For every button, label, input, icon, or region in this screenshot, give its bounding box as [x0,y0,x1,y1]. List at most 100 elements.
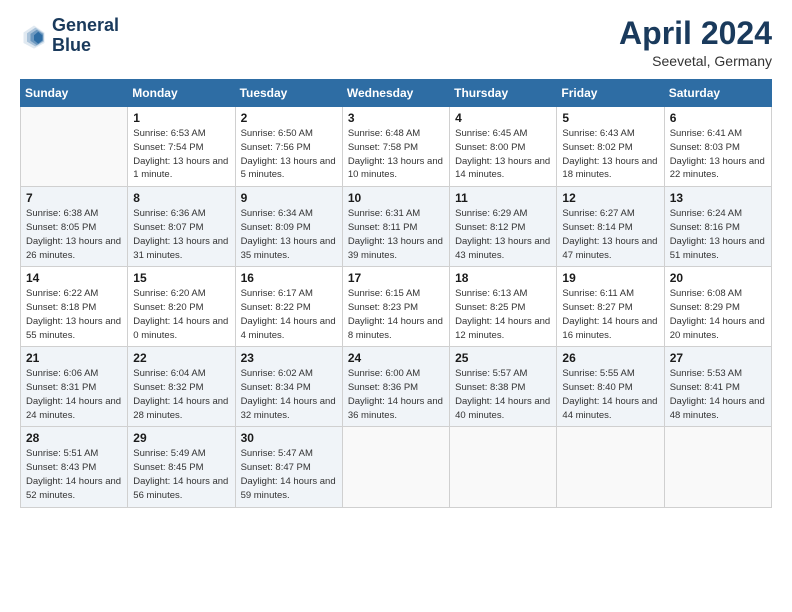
day-info: Sunrise: 6:04 AMSunset: 8:32 PMDaylight:… [133,368,228,420]
table-cell: 1 Sunrise: 6:53 AMSunset: 7:54 PMDayligh… [128,107,235,187]
day-number: 28 [26,431,122,445]
table-cell: 24 Sunrise: 6:00 AMSunset: 8:36 PMDaylig… [342,347,449,427]
table-cell: 12 Sunrise: 6:27 AMSunset: 8:14 PMDaylig… [557,187,664,267]
day-number: 13 [670,191,766,205]
day-info: Sunrise: 5:57 AMSunset: 8:38 PMDaylight:… [455,368,550,420]
col-sunday: Sunday [21,80,128,107]
col-thursday: Thursday [450,80,557,107]
day-info: Sunrise: 6:38 AMSunset: 8:05 PMDaylight:… [26,208,121,260]
table-cell: 9 Sunrise: 6:34 AMSunset: 8:09 PMDayligh… [235,187,342,267]
day-number: 23 [241,351,337,365]
logo-line1: General [52,16,119,36]
table-cell: 17 Sunrise: 6:15 AMSunset: 8:23 PMDaylig… [342,267,449,347]
table-cell: 14 Sunrise: 6:22 AMSunset: 8:18 PMDaylig… [21,267,128,347]
table-cell: 8 Sunrise: 6:36 AMSunset: 8:07 PMDayligh… [128,187,235,267]
table-cell: 7 Sunrise: 6:38 AMSunset: 8:05 PMDayligh… [21,187,128,267]
logo-line2: Blue [52,36,119,56]
day-number: 11 [455,191,551,205]
day-info: Sunrise: 6:53 AMSunset: 7:54 PMDaylight:… [133,128,228,180]
day-info: Sunrise: 6:43 AMSunset: 8:02 PMDaylight:… [562,128,657,180]
day-number: 18 [455,271,551,285]
day-info: Sunrise: 5:55 AMSunset: 8:40 PMDaylight:… [562,368,657,420]
day-number: 10 [348,191,444,205]
day-info: Sunrise: 6:36 AMSunset: 8:07 PMDaylight:… [133,208,228,260]
table-cell: 29 Sunrise: 5:49 AMSunset: 8:45 PMDaylig… [128,427,235,507]
table-cell: 5 Sunrise: 6:43 AMSunset: 8:02 PMDayligh… [557,107,664,187]
logo-text: General Blue [52,16,119,56]
header: General Blue April 2024 Seevetal, German… [20,16,772,69]
day-number: 19 [562,271,658,285]
table-cell [557,427,664,507]
day-number: 21 [26,351,122,365]
col-friday: Friday [557,80,664,107]
table-cell: 23 Sunrise: 6:02 AMSunset: 8:34 PMDaylig… [235,347,342,427]
table-cell [664,427,771,507]
day-number: 2 [241,111,337,125]
day-number: 22 [133,351,229,365]
day-number: 15 [133,271,229,285]
table-cell: 4 Sunrise: 6:45 AMSunset: 8:00 PMDayligh… [450,107,557,187]
table-cell: 10 Sunrise: 6:31 AMSunset: 8:11 PMDaylig… [342,187,449,267]
day-number: 6 [670,111,766,125]
logo-icon [20,22,48,50]
day-number: 1 [133,111,229,125]
day-number: 9 [241,191,337,205]
day-number: 12 [562,191,658,205]
logo: General Blue [20,16,119,56]
table-cell: 28 Sunrise: 5:51 AMSunset: 8:43 PMDaylig… [21,427,128,507]
table-cell: 21 Sunrise: 6:06 AMSunset: 8:31 PMDaylig… [21,347,128,427]
day-info: Sunrise: 6:34 AMSunset: 8:09 PMDaylight:… [241,208,336,260]
day-info: Sunrise: 6:24 AMSunset: 8:16 PMDaylight:… [670,208,765,260]
day-info: Sunrise: 6:45 AMSunset: 8:00 PMDaylight:… [455,128,550,180]
table-cell: 15 Sunrise: 6:20 AMSunset: 8:20 PMDaylig… [128,267,235,347]
table-cell: 13 Sunrise: 6:24 AMSunset: 8:16 PMDaylig… [664,187,771,267]
day-info: Sunrise: 6:50 AMSunset: 7:56 PMDaylight:… [241,128,336,180]
table-cell: 26 Sunrise: 5:55 AMSunset: 8:40 PMDaylig… [557,347,664,427]
day-info: Sunrise: 6:08 AMSunset: 8:29 PMDaylight:… [670,288,765,340]
day-info: Sunrise: 6:20 AMSunset: 8:20 PMDaylight:… [133,288,228,340]
title-section: April 2024 Seevetal, Germany [619,16,772,69]
day-info: Sunrise: 6:29 AMSunset: 8:12 PMDaylight:… [455,208,550,260]
day-number: 26 [562,351,658,365]
day-number: 8 [133,191,229,205]
table-row: 14 Sunrise: 6:22 AMSunset: 8:18 PMDaylig… [21,267,772,347]
table-cell: 19 Sunrise: 6:11 AMSunset: 8:27 PMDaylig… [557,267,664,347]
table-cell: 27 Sunrise: 5:53 AMSunset: 8:41 PMDaylig… [664,347,771,427]
table-row: 28 Sunrise: 5:51 AMSunset: 8:43 PMDaylig… [21,427,772,507]
col-monday: Monday [128,80,235,107]
day-info: Sunrise: 6:48 AMSunset: 7:58 PMDaylight:… [348,128,443,180]
day-info: Sunrise: 6:00 AMSunset: 8:36 PMDaylight:… [348,368,443,420]
col-wednesday: Wednesday [342,80,449,107]
header-row: Sunday Monday Tuesday Wednesday Thursday… [21,80,772,107]
day-number: 29 [133,431,229,445]
day-info: Sunrise: 6:11 AMSunset: 8:27 PMDaylight:… [562,288,657,340]
calendar-table: Sunday Monday Tuesday Wednesday Thursday… [20,79,772,507]
table-cell [450,427,557,507]
day-number: 16 [241,271,337,285]
table-cell: 18 Sunrise: 6:13 AMSunset: 8:25 PMDaylig… [450,267,557,347]
calendar-title: April 2024 [619,16,772,51]
table-row: 21 Sunrise: 6:06 AMSunset: 8:31 PMDaylig… [21,347,772,427]
day-info: Sunrise: 6:22 AMSunset: 8:18 PMDaylight:… [26,288,121,340]
table-row: 1 Sunrise: 6:53 AMSunset: 7:54 PMDayligh… [21,107,772,187]
day-info: Sunrise: 6:41 AMSunset: 8:03 PMDaylight:… [670,128,765,180]
day-number: 3 [348,111,444,125]
day-number: 24 [348,351,444,365]
day-info: Sunrise: 6:17 AMSunset: 8:22 PMDaylight:… [241,288,336,340]
table-cell: 20 Sunrise: 6:08 AMSunset: 8:29 PMDaylig… [664,267,771,347]
day-number: 7 [26,191,122,205]
day-info: Sunrise: 5:49 AMSunset: 8:45 PMDaylight:… [133,448,228,500]
page: General Blue April 2024 Seevetal, German… [0,0,792,612]
day-info: Sunrise: 6:06 AMSunset: 8:31 PMDaylight:… [26,368,121,420]
col-saturday: Saturday [664,80,771,107]
day-number: 27 [670,351,766,365]
day-info: Sunrise: 6:13 AMSunset: 8:25 PMDaylight:… [455,288,550,340]
table-cell: 3 Sunrise: 6:48 AMSunset: 7:58 PMDayligh… [342,107,449,187]
calendar-subtitle: Seevetal, Germany [619,53,772,69]
day-number: 4 [455,111,551,125]
table-row: 7 Sunrise: 6:38 AMSunset: 8:05 PMDayligh… [21,187,772,267]
table-cell [342,427,449,507]
day-number: 17 [348,271,444,285]
day-info: Sunrise: 5:47 AMSunset: 8:47 PMDaylight:… [241,448,336,500]
day-number: 5 [562,111,658,125]
